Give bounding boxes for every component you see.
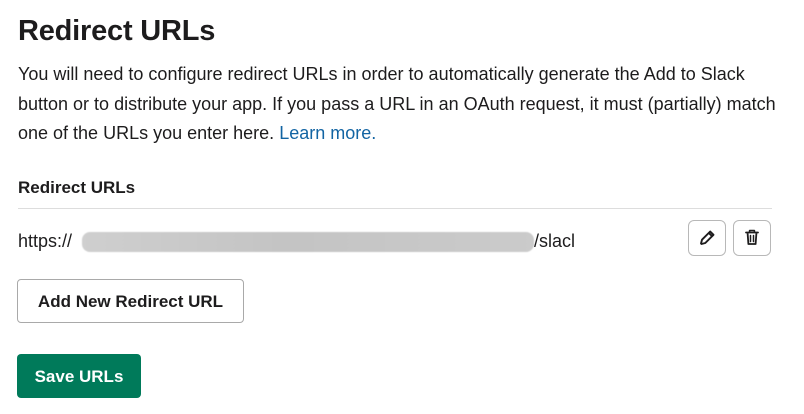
- page-description: You will need to configure redirect URLs…: [18, 60, 788, 149]
- redirect-url-prefix: https://: [18, 231, 73, 251]
- trash-icon: [742, 227, 762, 250]
- delete-url-button[interactable]: [733, 220, 771, 256]
- description-text: You will need to configure redirect URLs…: [18, 64, 776, 143]
- redirect-url-suffix: /slacl: [534, 231, 576, 251]
- redacted-url-segment: [82, 232, 534, 252]
- section-divider: [18, 208, 772, 209]
- redirect-urls-heading: Redirect URLs: [18, 178, 136, 197]
- add-new-redirect-url-button[interactable]: Add New Redirect URL: [17, 279, 244, 323]
- edit-url-button[interactable]: [688, 220, 726, 256]
- page-title: Redirect URLs: [18, 15, 216, 47]
- pencil-icon: [697, 227, 717, 250]
- save-urls-button[interactable]: Save URLs: [17, 354, 141, 398]
- redirect-urls-settings-page: Redirect URLs You will need to configure…: [0, 0, 804, 414]
- redirect-url-row: https:// /slacl: [18, 218, 772, 262]
- learn-more-link[interactable]: Learn more.: [279, 123, 376, 143]
